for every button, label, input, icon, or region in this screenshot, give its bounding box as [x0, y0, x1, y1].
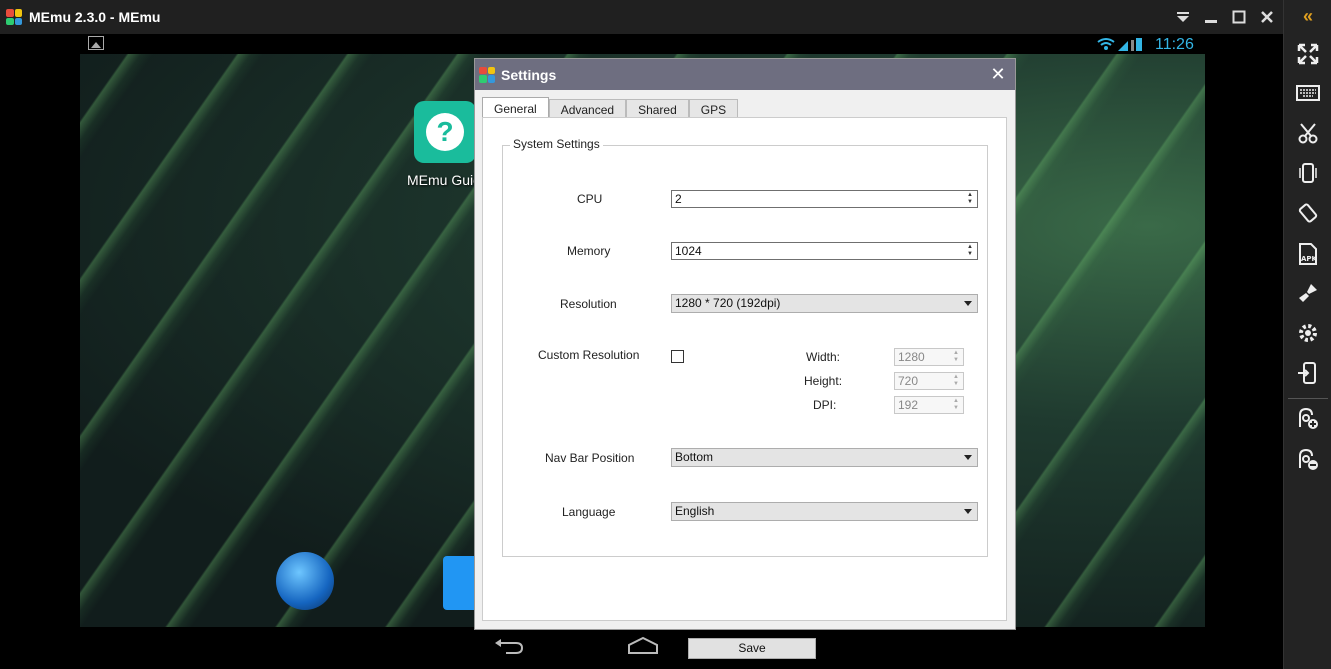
maximize-button[interactable]: [1231, 9, 1247, 25]
spin-arrows-icon[interactable]: ▲ ▼: [950, 398, 962, 412]
resolution-label: Resolution: [560, 297, 617, 311]
dpi-spinbox[interactable]: 192 ▲ ▼: [894, 396, 964, 414]
save-button[interactable]: Save: [688, 638, 816, 659]
spin-arrows-icon[interactable]: ▲ ▼: [964, 244, 976, 258]
memu-logo-icon: [6, 9, 22, 25]
volume-up-icon[interactable]: [1294, 405, 1322, 433]
dropdown-arrow-icon: [964, 509, 972, 514]
memu-logo-icon: [479, 66, 495, 83]
memory-value: 1024: [675, 244, 702, 258]
desktop-icon-label: MEmu Guid: [407, 172, 481, 188]
rotate-screen-icon[interactable]: [1294, 199, 1322, 227]
window-title: MEmu 2.3.0 - MEmu: [29, 9, 161, 25]
import-export-icon[interactable]: [1294, 359, 1322, 387]
screenshot-scissors-icon[interactable]: [1294, 119, 1322, 147]
close-window-button[interactable]: [1259, 9, 1275, 25]
nav-bar-position-value: Bottom: [675, 450, 714, 464]
height-spinbox[interactable]: 720 ▲ ▼: [894, 372, 964, 390]
screen-margin-left: [0, 54, 80, 627]
minimize-button[interactable]: [1203, 9, 1219, 25]
collapse-panel-icon[interactable]: «: [1296, 6, 1320, 28]
sidebar-divider: [1288, 398, 1328, 399]
memory-spinbox[interactable]: 1024 ▲ ▼: [671, 242, 978, 260]
resolution-value: 1280 * 720 (192dpi): [675, 296, 781, 310]
fullscreen-icon[interactable]: [1294, 40, 1322, 68]
menu-dropdown-icon[interactable]: [1175, 9, 1191, 25]
height-value: 720: [898, 374, 919, 388]
cpu-label: CPU: [577, 192, 603, 206]
cpu-spinbox[interactable]: 2 ▲ ▼: [671, 190, 978, 208]
install-apk-icon[interactable]: APK: [1294, 240, 1322, 268]
home-icon[interactable]: [626, 635, 660, 657]
system-settings-group: System Settings CPU 2 ▲ ▼ Memory 1024 ▲ ▼ …: [502, 137, 988, 557]
shake-icon[interactable]: [1294, 159, 1322, 187]
dropdown-arrow-icon: [964, 301, 972, 306]
dialog-close-icon[interactable]: ✕: [989, 65, 1007, 83]
gallery-notification-icon: [88, 36, 104, 50]
spin-arrows-icon[interactable]: ▲ ▼: [950, 374, 962, 388]
cleanup-brush-icon[interactable]: [1294, 279, 1322, 307]
width-value: 1280: [898, 350, 925, 364]
cpu-value: 2: [675, 192, 682, 206]
nav-bar-position-label: Nav Bar Position: [545, 451, 635, 465]
dpi-value: 192: [898, 398, 919, 412]
width-label: Width:: [806, 350, 841, 364]
nav-bar-position-select[interactable]: Bottom: [671, 448, 978, 467]
back-icon[interactable]: [492, 635, 526, 657]
settings-tabs: General Advanced Shared GPS: [482, 97, 739, 121]
height-label: Height:: [804, 374, 843, 388]
language-value: English: [675, 504, 715, 518]
app-titlebar: MEmu 2.3.0 - MEmu: [0, 0, 1283, 34]
dialog-title: Settings: [501, 66, 557, 83]
browser-app-icon[interactable]: [276, 552, 334, 610]
custom-resolution-checkbox[interactable]: [671, 350, 684, 363]
group-title: System Settings: [510, 137, 603, 151]
width-spinbox[interactable]: 1280 ▲ ▼: [894, 348, 964, 366]
svg-text:APK: APK: [1301, 255, 1318, 263]
settings-dialog: Settings ✕ General Advanced Shared GPS S…: [474, 58, 1016, 659]
spin-arrows-icon[interactable]: ▲ ▼: [950, 350, 962, 364]
dialog-titlebar: Settings ✕: [475, 59, 1015, 90]
spin-arrows-icon[interactable]: ▲ ▼: [964, 192, 976, 206]
status-clock: 11:26: [1155, 36, 1194, 53]
memory-label: Memory: [567, 244, 611, 258]
signal-status-icons: [1097, 38, 1142, 51]
screen-margin-right: [1205, 54, 1283, 627]
volume-down-icon[interactable]: [1294, 446, 1322, 474]
tool-sidebar: « APK: [1283, 0, 1331, 669]
dropdown-arrow-icon: [964, 455, 972, 460]
resolution-select[interactable]: 1280 * 720 (192dpi): [671, 294, 978, 313]
keyboard-icon[interactable]: [1294, 79, 1322, 107]
language-label: Language: [562, 505, 616, 519]
memu-guide-app-icon[interactable]: ?: [414, 101, 476, 163]
file-manager-app-icon[interactable]: [443, 556, 475, 610]
settings-gear-icon[interactable]: [1294, 319, 1322, 347]
custom-resolution-label: Custom Resolution: [538, 348, 640, 362]
tab-panel-general: System Settings CPU 2 ▲ ▼ Memory 1024 ▲ ▼ …: [482, 117, 1007, 659]
language-select[interactable]: English: [671, 502, 978, 521]
android-statusbar: [0, 34, 1283, 54]
dpi-label: DPI:: [813, 398, 837, 412]
